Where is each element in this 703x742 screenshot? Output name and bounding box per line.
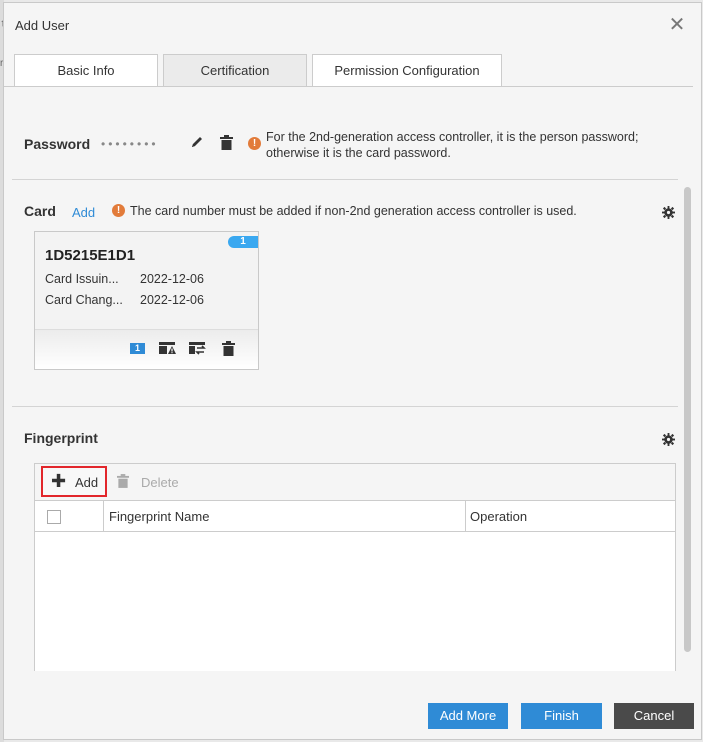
card-change-icon[interactable] [189,342,207,358]
card-change-label: Card Chang... [45,293,123,307]
fingerprint-table: ✚ Add Delete Fingerprint Name Operation [34,463,676,671]
card-report-loss-icon[interactable] [159,342,177,358]
card-issue-date: 2022-12-06 [140,272,204,286]
trash-icon[interactable] [220,135,233,153]
tab-basic-info[interactable]: Basic Info [14,54,158,86]
card-index-badge: 1 [228,236,258,248]
password-note-line2: otherwise it is the card password. [266,146,451,160]
finish-button[interactable]: Finish [521,703,602,729]
card-note: The card number must be added if non-2nd… [130,204,577,218]
warning-icon: ! [248,137,261,150]
fingerprint-table-header: Fingerprint Name Operation [35,501,675,532]
add-fingerprint-button[interactable]: ✚ Add [41,466,107,497]
fingerprint-toolbar: ✚ Add Delete [35,464,675,501]
section-divider [12,179,678,180]
fingerprint-section-title: Fingerprint [24,430,98,446]
trash-icon [117,474,129,491]
add-user-dialog: Add User ✕ Basic Info Certification Perm… [3,2,702,740]
password-note-line1: For the 2nd-generation access controller… [266,130,639,144]
cancel-button[interactable]: Cancel [614,703,694,729]
add-fingerprint-label: Add [75,475,99,490]
card-section-title: Card [24,203,56,219]
card-change-date: 2022-12-06 [140,293,204,307]
trash-icon[interactable] [222,341,235,359]
card-change-row: Card Chang... 2022-12-06 [45,293,204,307]
card-issue-label: Card Issuin... [45,272,119,286]
select-all-checkbox[interactable] [47,510,61,524]
column-header-fingerprint-name: Fingerprint Name [109,509,210,524]
column-header-operation: Operation [470,509,528,524]
vertical-scrollbar[interactable] [684,187,691,652]
column-divider [103,501,104,532]
card-number-icon[interactable]: 1 [130,343,145,354]
card-issue-row: Card Issuin... 2022-12-06 [45,272,204,286]
tab-certification[interactable]: Certification [163,54,307,86]
section-divider [12,406,678,407]
warning-icon: ! [112,204,125,217]
plus-icon: ✚ [51,471,67,491]
card-actions: 1 [35,329,258,369]
dialog-titlebar: Add User ✕ [4,3,701,47]
password-section-title: Password [24,136,91,152]
edit-icon[interactable] [190,135,204,152]
card-number: 1D5215E1D1 [45,247,136,264]
password-masked-value: •••••••• [101,137,159,151]
certification-panel: Password •••••••• ! For the 2nd-generati… [4,86,693,671]
delete-fingerprint-label: Delete [141,475,179,490]
gear-icon[interactable] [662,433,675,449]
tab-permission-configuration[interactable]: Permission Configuration [312,54,502,86]
gear-icon[interactable] [662,206,675,222]
column-divider [465,501,466,532]
add-card-link[interactable]: Add [72,205,95,220]
close-icon[interactable]: ✕ [667,13,687,37]
add-more-button[interactable]: Add More [428,703,508,729]
card-item[interactable]: 1 1D5215E1D1 Card Issuin... 2022-12-06 C… [34,231,259,370]
dialog-title: Add User [15,18,70,33]
